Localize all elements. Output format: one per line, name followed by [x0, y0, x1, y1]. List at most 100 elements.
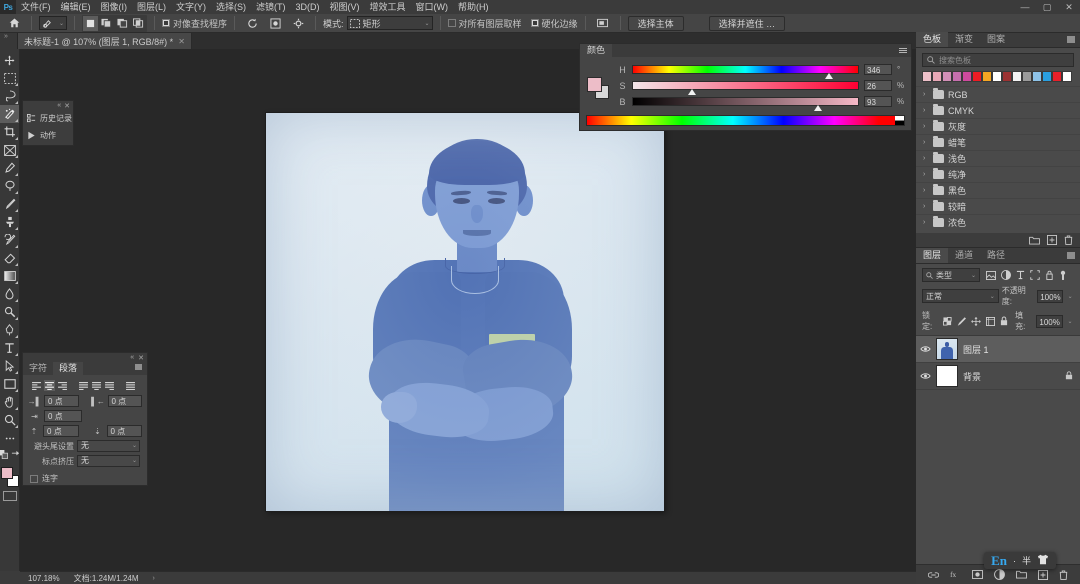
select-subject-button[interactable]: 选择主体	[628, 16, 684, 31]
lock-image-icon[interactable]	[957, 317, 966, 326]
frame-tool[interactable]	[0, 141, 19, 159]
rectangular-marquee-tool[interactable]	[0, 69, 19, 87]
swatch-chip[interactable]	[992, 71, 1002, 82]
opacity-stepper[interactable]: ⌄	[1066, 293, 1074, 300]
new-layer-icon[interactable]	[1038, 570, 1048, 580]
table-row[interactable]: 图层 1	[916, 336, 1080, 363]
zoom-tool[interactable]	[0, 411, 19, 429]
justify-last-right-button[interactable]	[104, 380, 115, 391]
eyedropper-tool[interactable]	[0, 159, 19, 177]
filter-shape-icon[interactable]	[1030, 270, 1040, 280]
menu-edit[interactable]: 编辑(E)	[56, 0, 96, 14]
menu-plugins[interactable]: 增效工具	[365, 0, 411, 14]
sample-all-layers-checkbox[interactable]: 对所有图层取样	[448, 17, 522, 30]
ime-language-label[interactable]: En	[991, 553, 1007, 569]
table-row[interactable]: 背景	[916, 363, 1080, 390]
adjustment-layer-icon[interactable]	[994, 569, 1005, 580]
swatch-chip[interactable]	[1052, 71, 1062, 82]
actions-panel-item[interactable]: 动作	[23, 127, 73, 144]
swatch-chip[interactable]	[922, 71, 932, 82]
zoom-level[interactable]: 107.18%	[28, 574, 60, 583]
swatch-folder-darker[interactable]: › 较暗	[916, 198, 1080, 214]
new-swatch-icon[interactable]	[1047, 235, 1057, 245]
clone-stamp-tool[interactable]	[0, 213, 19, 231]
foreground-color-swatch[interactable]	[587, 77, 602, 92]
minimize-button[interactable]: —	[1014, 0, 1036, 14]
layer-thumbnail[interactable]	[936, 338, 958, 360]
swatch-chip[interactable]	[1032, 71, 1042, 82]
swatch-folder-cmyk[interactable]: › CMYK	[916, 102, 1080, 118]
menu-layer[interactable]: 图层(L)	[132, 0, 171, 14]
select-and-mask-button[interactable]: 选择并遮住 …	[709, 16, 786, 31]
rectangle-tool[interactable]	[0, 375, 19, 393]
swatch-chip[interactable]	[972, 71, 982, 82]
crop-tool[interactable]	[0, 123, 19, 141]
hue-value-input[interactable]: 346	[864, 64, 892, 75]
brush-tool[interactable]	[0, 195, 19, 213]
filter-image-icon[interactable]	[986, 271, 996, 280]
filter-toggle-icon[interactable]	[1059, 270, 1067, 281]
brightness-value-input[interactable]: 93	[864, 96, 892, 107]
add-to-selection-button[interactable]	[99, 16, 114, 31]
swatch-chip[interactable]	[1062, 71, 1072, 82]
tab-layers[interactable]: 图层	[916, 248, 948, 263]
document-canvas[interactable]	[266, 113, 664, 511]
blur-tool[interactable]	[0, 285, 19, 303]
layer-name[interactable]: 图层 1	[963, 343, 989, 356]
delete-layer-icon[interactable]	[1059, 570, 1068, 580]
justify-all-button[interactable]	[125, 380, 136, 391]
tab-overflow-chevron-icon[interactable]	[0, 33, 18, 49]
layer-name[interactable]: 背景	[963, 370, 981, 383]
tab-color[interactable]: 颜色	[580, 44, 612, 57]
align-left-button[interactable]	[31, 380, 42, 391]
menu-view[interactable]: 视图(V)	[325, 0, 365, 14]
swatch-chip[interactable]	[1012, 71, 1022, 82]
color-spectrum-ramp[interactable]	[586, 115, 905, 126]
default-colors-icon[interactable]	[0, 450, 8, 462]
new-group-icon[interactable]	[1016, 570, 1027, 579]
lock-position-icon[interactable]	[971, 317, 981, 326]
tab-character[interactable]: 字符	[23, 362, 53, 375]
hue-slider-thumb[interactable]	[825, 73, 833, 79]
tab-gradients[interactable]: 渐变	[948, 32, 980, 47]
close-button[interactable]: ✕	[1058, 0, 1080, 14]
tab-paths[interactable]: 路径	[980, 248, 1012, 263]
swatch-chip[interactable]	[982, 71, 992, 82]
path-selection-tool[interactable]	[0, 357, 19, 375]
brush-size-icon[interactable]	[265, 15, 285, 32]
align-right-button[interactable]	[57, 380, 68, 391]
opacity-input[interactable]: 100%	[1037, 290, 1063, 303]
swatch-chip[interactable]	[942, 71, 952, 82]
close-icon[interactable]: ✕	[178, 37, 185, 46]
foreground-color-swatch[interactable]	[1, 467, 13, 479]
intersect-selection-button[interactable]	[131, 16, 146, 31]
close-icon[interactable]: ✕	[64, 102, 70, 110]
swap-colors-icon[interactable]	[11, 450, 20, 462]
tab-channels[interactable]: 通道	[948, 248, 980, 263]
new-group-icon[interactable]	[1029, 236, 1040, 245]
lasso-tool[interactable]	[0, 87, 19, 105]
lock-transparent-icon[interactable]	[943, 317, 952, 326]
saturation-slider-track[interactable]	[632, 81, 859, 90]
refresh-icon[interactable]	[242, 15, 262, 32]
spot-healing-brush-tool[interactable]	[0, 177, 19, 195]
layer-visibility-icon[interactable]	[920, 345, 931, 353]
history-actions-panel[interactable]: « ✕ 历史记录 动作	[22, 100, 74, 146]
brightness-slider-thumb[interactable]	[814, 105, 822, 111]
indent-right-input[interactable]: 0 点	[108, 395, 143, 407]
history-panel-item[interactable]: 历史记录	[23, 110, 73, 127]
mojikumi-select[interactable]: 无 ⌄	[77, 455, 140, 467]
indent-left-input[interactable]: 0 点	[44, 395, 79, 407]
mode-select[interactable]: 矩形 ⌄	[347, 16, 433, 30]
subtract-from-selection-button[interactable]	[115, 16, 130, 31]
swatch-folder-black[interactable]: › 黑色	[916, 182, 1080, 198]
swatch-chip[interactable]	[1042, 71, 1052, 82]
move-tool[interactable]	[0, 51, 19, 69]
filter-adjustment-icon[interactable]	[1001, 270, 1011, 280]
swatch-folder-light[interactable]: › 浅色	[916, 150, 1080, 166]
maximize-button[interactable]: ▢	[1036, 0, 1058, 14]
tool-preset-picker[interactable]: ⌄	[39, 16, 67, 30]
swatch-chip[interactable]	[1002, 71, 1012, 82]
quick-mask-icon[interactable]	[3, 491, 17, 501]
panel-menu-icon[interactable]	[1067, 252, 1075, 259]
